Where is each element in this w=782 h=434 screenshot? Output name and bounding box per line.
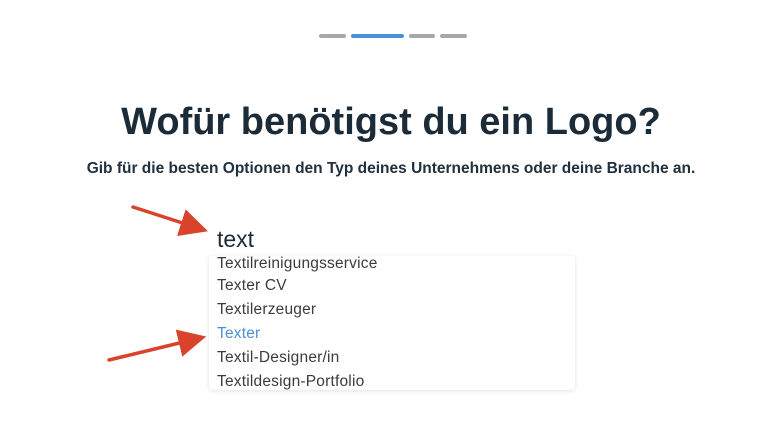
progress-step-1 <box>319 34 346 38</box>
red-arrow-icon <box>107 329 207 362</box>
red-arrow-icon <box>131 205 208 236</box>
progress-step-3 <box>409 34 435 38</box>
page-subtitle: Gib für die besten Optionen den Typ dein… <box>86 160 696 177</box>
progress-step-2 <box>351 34 404 38</box>
progress-step-4 <box>440 34 467 38</box>
business-type-input[interactable] <box>213 222 573 256</box>
suggestion-item[interactable]: Textilreinigungsservice <box>217 256 378 276</box>
suggestion-item[interactable]: Textilerzeuger <box>217 298 316 322</box>
suggestion-item-highlighted[interactable]: Texter <box>217 322 260 346</box>
suggestion-item[interactable]: Texter CV <box>217 274 287 298</box>
suggestion-list: Textilreinigungsservice Texter CV Textil… <box>209 256 575 390</box>
suggestion-item[interactable]: Textildesign-Portfolio <box>217 370 364 390</box>
progress-indicator <box>319 34 467 38</box>
suggestion-item[interactable]: Textil-Designer/in <box>217 346 339 370</box>
page-title: Wofür benötigst du ein Logo? <box>121 101 661 143</box>
